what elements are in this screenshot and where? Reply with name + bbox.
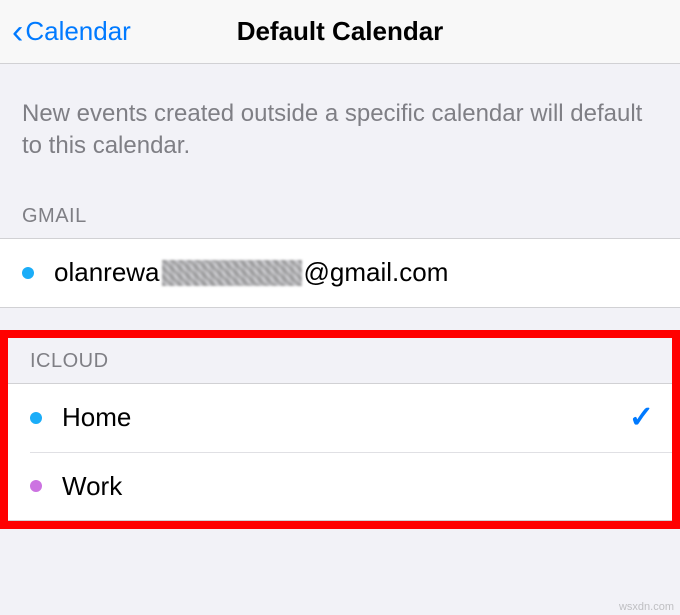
color-dot-icon [30,480,42,492]
icloud-header: ICLOUD [8,350,672,383]
description-text: New events created outside a specific ca… [0,64,680,193]
color-dot-icon [22,267,34,279]
nav-bar: ‹ Calendar Default Calendar [0,0,680,64]
calendar-row-work[interactable]: Work [30,452,672,520]
calendar-label: Home [62,402,629,433]
back-label: Calendar [25,16,131,47]
calendar-label: Work [62,471,654,502]
label-suffix: @gmail.com [304,257,449,288]
chevron-left-icon: ‹ [12,15,23,49]
gmail-list: olanrewa @gmail.com [0,238,680,308]
gmail-section: GMAIL olanrewa @gmail.com [0,193,680,308]
calendar-row-home[interactable]: Home ✓ [30,384,672,452]
gmail-header: GMAIL [0,205,680,238]
icloud-list: Home ✓ Work [8,383,672,521]
highlight-annotation: ICLOUD Home ✓ Work [0,330,680,529]
label-prefix: olanrewa [54,257,160,288]
page-title: Default Calendar [237,16,444,47]
calendar-label: olanrewa @gmail.com [54,257,662,288]
redacted-text [162,260,302,286]
watermark: wsxdn.com [619,601,674,613]
checkmark-icon: ✓ [629,400,654,435]
section-spacer [0,308,680,330]
back-button[interactable]: ‹ Calendar [0,15,131,49]
color-dot-icon [30,412,42,424]
calendar-row-gmail[interactable]: olanrewa @gmail.com [22,239,680,307]
icloud-section: ICLOUD Home ✓ Work [8,338,672,521]
